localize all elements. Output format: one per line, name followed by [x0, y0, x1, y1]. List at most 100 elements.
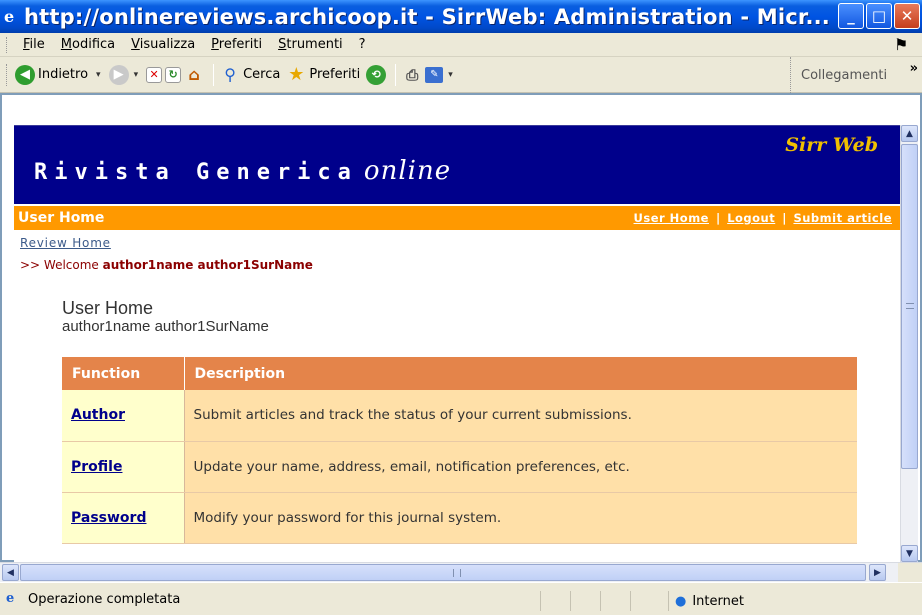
back-label: Indietro: [38, 67, 89, 82]
page-content: Rivista Generica online Sirr Web User Hom…: [14, 125, 900, 562]
function-cell: Author: [62, 390, 185, 442]
status-panes: [540, 591, 660, 611]
star-icon: ★: [288, 64, 305, 85]
welcome-message: >> Welcome author1name author1SurName: [20, 258, 313, 272]
profile-link[interactable]: Profile: [71, 459, 122, 475]
maximize-button[interactable]: □: [866, 3, 892, 29]
nav-links: User Home | Logout | Submit article: [634, 211, 900, 225]
status-pane: [540, 591, 570, 611]
globe-icon: ●: [675, 593, 687, 609]
standard-toolbar: ◀ Indietro ▾ ▶ ▾ ✕ ↻ ⌂ ⚲ Cerca ★ Preferi…: [0, 57, 922, 93]
nav-separator: |: [715, 211, 721, 225]
menu-help[interactable]: ?: [351, 37, 374, 52]
vertical-scroll-thumb[interactable]: [901, 144, 918, 469]
back-button[interactable]: ◀ Indietro: [15, 64, 89, 85]
home-icon[interactable]: ⌂: [184, 65, 204, 85]
stop-icon[interactable]: ✕: [146, 66, 163, 83]
windows-flag-icon: ⚑: [894, 35, 909, 54]
security-zone: ● Internet: [668, 591, 908, 611]
column-header-function: Function: [62, 357, 185, 390]
nav-strip: User Home User Home | Logout | Submit ar…: [14, 206, 900, 230]
welcome-name: author1name author1SurName: [102, 258, 313, 272]
user-name: author1name author1SurName: [62, 318, 269, 335]
edit-icon[interactable]: ✎: [425, 66, 444, 83]
function-cell: Profile: [62, 441, 185, 493]
toolbar-grip: [6, 63, 9, 86]
nav-link-user-home[interactable]: User Home: [634, 211, 709, 225]
column-header-description: Description: [184, 357, 857, 390]
scroll-down-icon[interactable]: ▼: [901, 545, 918, 562]
minimize-button[interactable]: _: [838, 3, 864, 29]
function-cell: Password: [62, 492, 185, 544]
window-controls: _ □ ✕: [838, 3, 920, 29]
forward-arrow-icon[interactable]: ▶: [108, 64, 129, 85]
status-pane: [630, 591, 660, 611]
links-bar[interactable]: Collegamenti: [790, 57, 887, 93]
description-cell: Update your name, address, email, notifi…: [184, 441, 857, 493]
search-label: Cerca: [243, 67, 281, 82]
ie-logo-icon: e: [4, 6, 15, 26]
breadcrumb[interactable]: Review Home: [20, 236, 111, 250]
table-row: Password Modify your password for this j…: [62, 492, 857, 544]
nav-separator: |: [782, 211, 787, 225]
status-pane: [600, 591, 630, 611]
history-icon[interactable]: ⟲: [366, 64, 387, 85]
status-text: Operazione completata: [28, 591, 181, 607]
nav-link-submit-article[interactable]: Submit article: [793, 211, 892, 225]
scrollbar-corner: [898, 563, 922, 583]
author-link[interactable]: Author: [71, 407, 125, 423]
menu-modifica[interactable]: Modifica: [53, 37, 123, 52]
window-titlebar: e http://onlinereviews.archicoop.it - Si…: [0, 0, 922, 33]
vertical-scrollbar[interactable]: ▲ ▼: [900, 125, 918, 562]
close-button[interactable]: ✕: [894, 3, 920, 29]
menu-bar: File Modifica Visualizza Preferiti Strum…: [0, 33, 922, 57]
back-dropdown-icon[interactable]: ▾: [96, 70, 101, 80]
page-icon: e: [6, 591, 15, 606]
brand-label: Sirr Web: [785, 134, 878, 156]
table-row: Author Submit articles and track the sta…: [62, 390, 857, 442]
site-title-text: Rivista Generica: [34, 160, 358, 185]
scroll-left-icon[interactable]: ◀: [2, 564, 19, 581]
scroll-right-icon[interactable]: ▶: [869, 564, 886, 581]
page-label: User Home: [18, 210, 105, 226]
table-header-row: Function Description: [62, 357, 857, 390]
menu-visualizza[interactable]: Visualizza: [123, 37, 203, 52]
menubar-grip: [6, 36, 9, 53]
horizontal-scrollbar[interactable]: ◀ ▶: [0, 562, 922, 583]
table-row: Profile Update your name, address, email…: [62, 441, 857, 493]
password-link[interactable]: Password: [71, 510, 146, 526]
status-bar: e Operazione completata ● Internet: [0, 582, 922, 615]
links-label: Collegamenti: [801, 67, 888, 83]
toolbar-separator: [213, 63, 215, 86]
menu-strumenti[interactable]: Strumenti: [270, 37, 351, 52]
site-title-suffix: online: [363, 156, 452, 186]
menu-preferiti[interactable]: Preferiti: [203, 37, 270, 52]
favorites-button[interactable]: ★ Preferiti: [286, 64, 361, 85]
scroll-grip-icon: [906, 303, 914, 309]
site-title: Rivista Generica online: [34, 156, 451, 186]
menu-file[interactable]: File: [15, 37, 53, 52]
welcome-prefix: >> Welcome: [20, 258, 99, 272]
forward-dropdown-icon[interactable]: ▾: [134, 70, 139, 80]
scroll-grip-icon: [453, 569, 461, 577]
favorites-label: Preferiti: [309, 67, 361, 82]
chevron-right-icon[interactable]: »: [910, 61, 918, 76]
site-banner: Rivista Generica online Sirr Web: [14, 125, 900, 204]
page-title: User Home: [62, 298, 154, 318]
refresh-icon[interactable]: ↻: [165, 66, 182, 83]
scroll-up-icon[interactable]: ▲: [901, 125, 918, 142]
zone-label: Internet: [692, 593, 744, 609]
toolbar-separator: [395, 63, 397, 86]
status-pane: [570, 591, 600, 611]
description-cell: Modify your password for this journal sy…: [184, 492, 857, 544]
nav-link-logout[interactable]: Logout: [727, 211, 775, 225]
search-button[interactable]: ⚲ Cerca: [220, 65, 280, 85]
print-icon[interactable]: ⎙: [402, 65, 422, 85]
edit-dropdown-icon[interactable]: ▾: [448, 70, 453, 80]
function-table: Function Description Author Submit artic…: [62, 357, 857, 544]
search-icon: ⚲: [224, 65, 236, 84]
description-cell: Submit articles and track the status of …: [184, 390, 857, 442]
window-title: http://onlinereviews.archicoop.it - Sirr…: [24, 4, 830, 29]
horizontal-scroll-thumb[interactable]: [20, 564, 866, 581]
back-arrow-icon: ◀: [15, 64, 35, 85]
